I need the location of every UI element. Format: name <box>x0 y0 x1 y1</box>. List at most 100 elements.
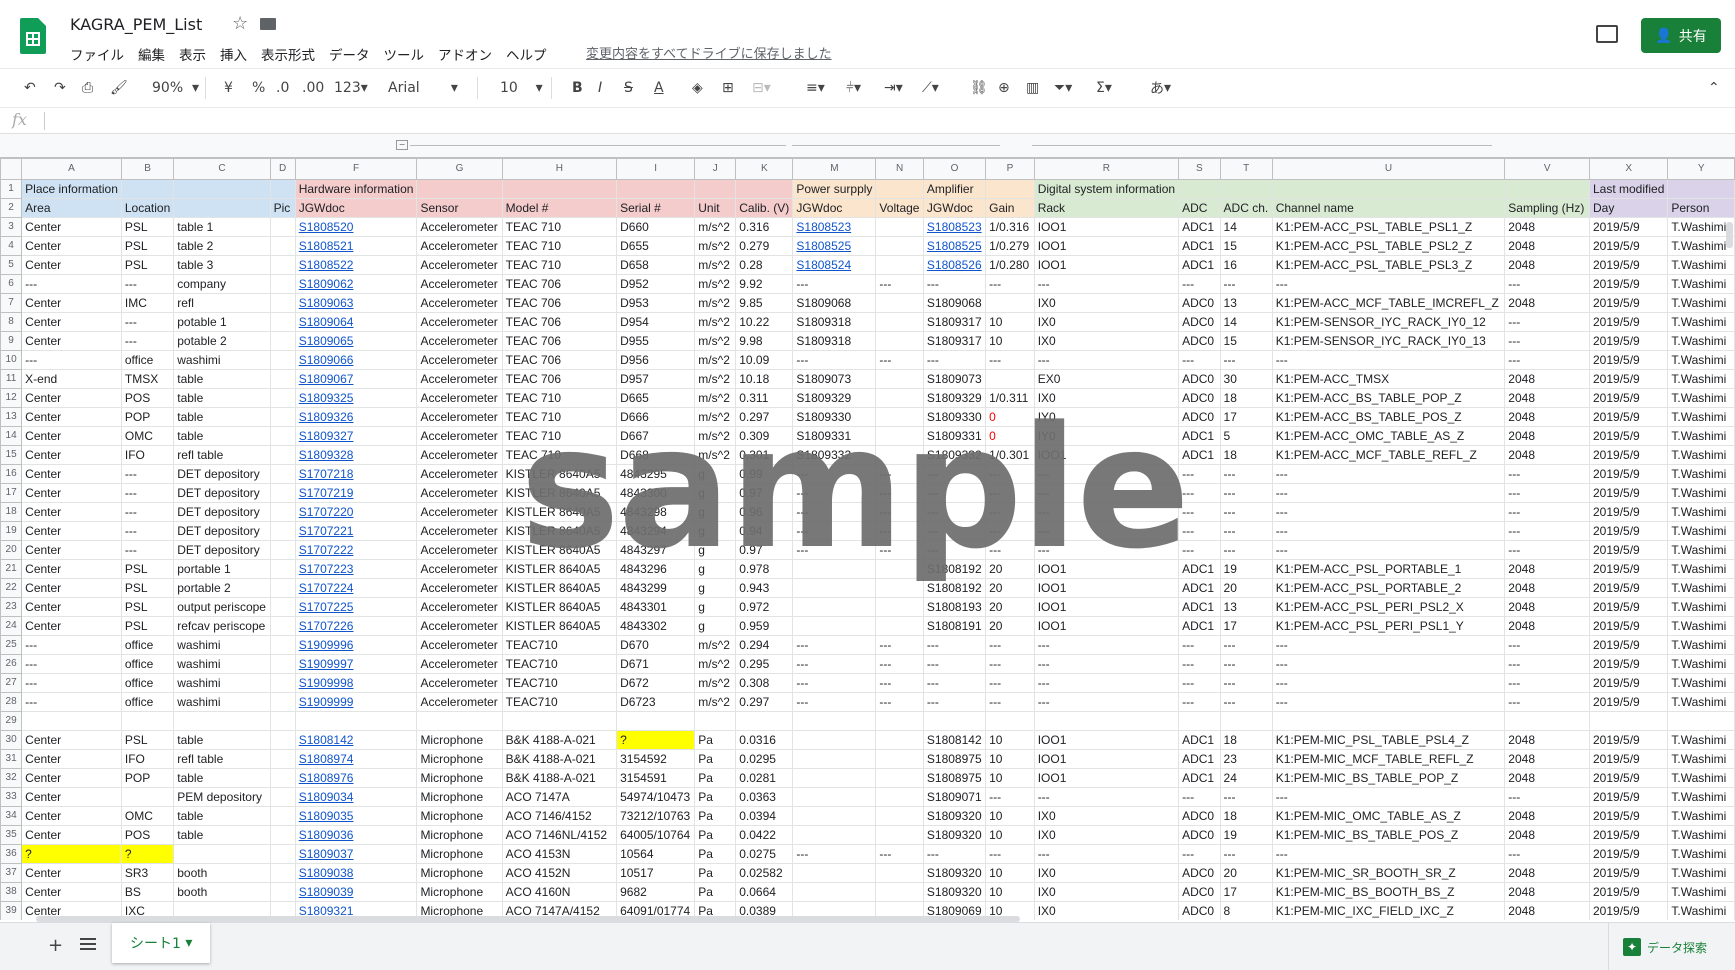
table-cell[interactable]: POS <box>120 388 175 408</box>
table-cell[interactable]: --- <box>1504 844 1590 864</box>
table-cell[interactable]: K1:PEM-SENSOR_IYC_RACK_IY0_12 <box>1271 312 1506 332</box>
table-cell[interactable] <box>269 445 296 465</box>
table-cell[interactable] <box>875 312 924 332</box>
row-number[interactable]: 4 <box>0 236 23 256</box>
table-cell[interactable]: PSL <box>120 616 175 636</box>
table-cell[interactable]: 0.297 <box>735 692 794 712</box>
table-cell[interactable]: 2048 <box>1504 882 1590 902</box>
table-cell[interactable] <box>792 616 877 636</box>
table-cell[interactable]: --- <box>1219 692 1273 712</box>
table-cell[interactable]: T.Washimi <box>1667 236 1735 256</box>
add-sheet-button[interactable]: + <box>48 935 63 956</box>
table-cell[interactable]: 2019/5/9 <box>1588 445 1669 465</box>
table-cell[interactable]: --- <box>120 502 175 522</box>
comment-icon[interactable] <box>1596 25 1618 43</box>
header-cell[interactable]: Rack <box>1033 198 1180 218</box>
table-cell[interactable]: 2019/5/9 <box>1588 217 1669 237</box>
table-cell[interactable]: S1809330 <box>792 407 877 427</box>
table-cell[interactable]: --- <box>1271 502 1506 522</box>
table-cell[interactable]: Microphone <box>416 863 503 883</box>
column-header[interactable]: H <box>501 158 618 180</box>
header-cell[interactable] <box>120 179 175 199</box>
star-icon[interactable]: ☆ <box>232 13 248 34</box>
table-cell[interactable]: S1909998 <box>294 673 418 693</box>
table-cell[interactable]: IOO1 <box>1033 597 1180 617</box>
table-cell[interactable]: --- <box>792 521 877 541</box>
row-number[interactable]: 36 <box>0 844 23 864</box>
row-number[interactable]: 28 <box>0 692 23 712</box>
table-cell[interactable]: m/s^2 <box>694 388 737 408</box>
table-cell[interactable]: Accelerometer <box>416 331 503 351</box>
table-cell[interactable]: --- <box>1504 692 1590 712</box>
table-cell[interactable]: Center <box>21 730 122 750</box>
table-cell[interactable]: 10 <box>985 312 1035 332</box>
table-cell[interactable]: T.Washimi <box>1667 692 1735 712</box>
table-cell[interactable]: 0.0295 <box>735 749 794 769</box>
table-cell[interactable] <box>792 768 877 788</box>
table-cell[interactable]: IY0 <box>1033 426 1180 446</box>
table-cell[interactable]: PSL <box>120 597 175 617</box>
column-header[interactable]: U <box>1271 158 1506 180</box>
table-cell[interactable]: --- <box>792 350 877 370</box>
table-cell[interactable]: table <box>173 825 271 845</box>
table-cell[interactable]: 2019/5/9 <box>1588 635 1669 655</box>
menu-data[interactable]: データ <box>329 44 370 64</box>
table-cell[interactable] <box>269 312 296 332</box>
column-header[interactable]: B <box>120 158 175 180</box>
table-cell[interactable]: washimi <box>173 654 271 674</box>
table-cell[interactable]: ACO 7146NL/4152 <box>501 825 618 845</box>
table-cell[interactable]: IX0 <box>1033 825 1180 845</box>
table-cell[interactable]: Accelerometer <box>416 521 503 541</box>
table-cell[interactable]: S1809320 <box>922 806 987 826</box>
table-cell[interactable]: DET depository <box>173 464 271 484</box>
table-cell[interactable]: Accelerometer <box>416 293 503 313</box>
table-cell[interactable]: --- <box>1219 274 1273 294</box>
table-cell[interactable]: K1:PEM-ACC_PSL_PERI_PSL2_X <box>1271 597 1506 617</box>
row-number[interactable]: 15 <box>0 445 23 465</box>
header-cell[interactable]: JGWdoc <box>792 198 877 218</box>
menu-help[interactable]: ヘルプ <box>506 44 547 64</box>
table-cell[interactable]: 0.0394 <box>735 806 794 826</box>
table-cell[interactable]: --- <box>985 844 1035 864</box>
table-cell[interactable]: --- <box>922 274 987 294</box>
column-header[interactable]: J <box>694 158 737 180</box>
table-cell[interactable] <box>269 540 296 560</box>
header-cell[interactable]: Location <box>120 198 175 218</box>
table-cell[interactable]: ? <box>616 730 696 750</box>
table-cell[interactable]: 4843294 <box>616 521 696 541</box>
table-cell[interactable]: ADC1 <box>1178 730 1221 750</box>
table-cell[interactable]: S1707218 <box>294 464 418 484</box>
column-header[interactable]: O <box>922 158 987 180</box>
row-number[interactable]: 31 <box>0 749 23 769</box>
table-cell[interactable]: 30 <box>1219 369 1273 389</box>
table-cell[interactable]: ADC1 <box>1178 217 1221 237</box>
table-cell[interactable]: --- <box>1178 787 1221 807</box>
more-formats-button[interactable]: 123 ▾ <box>334 77 368 99</box>
row-number[interactable]: 39 <box>0 901 23 920</box>
table-cell[interactable]: 0.959 <box>735 616 794 636</box>
table-cell[interactable]: 2048 <box>1504 236 1590 256</box>
table-cell[interactable]: --- <box>875 692 924 712</box>
table-cell[interactable] <box>120 787 175 807</box>
table-cell[interactable]: 0.96 <box>735 502 794 522</box>
table-cell[interactable]: --- <box>922 350 987 370</box>
table-cell[interactable] <box>985 293 1035 313</box>
table-cell[interactable] <box>269 217 296 237</box>
table-cell[interactable]: office <box>120 673 175 693</box>
table-cell[interactable]: Pa <box>694 787 737 807</box>
table-cell[interactable] <box>269 274 296 294</box>
table-cell[interactable]: D955 <box>616 331 696 351</box>
header-cell[interactable]: Area <box>21 198 122 218</box>
table-cell[interactable]: --- <box>1178 502 1221 522</box>
table-cell[interactable] <box>416 711 503 731</box>
table-cell[interactable]: Center <box>21 787 122 807</box>
table-cell[interactable] <box>792 806 877 826</box>
header-cell[interactable]: Last modified <box>1588 179 1669 199</box>
table-cell[interactable]: 2048 <box>1504 578 1590 598</box>
table-cell[interactable]: IOO1 <box>1033 768 1180 788</box>
table-cell[interactable] <box>875 616 924 636</box>
table-cell[interactable] <box>269 825 296 845</box>
table-cell[interactable]: PSL <box>120 217 175 237</box>
table-cell[interactable]: TMSX <box>120 369 175 389</box>
table-cell[interactable] <box>875 407 924 427</box>
